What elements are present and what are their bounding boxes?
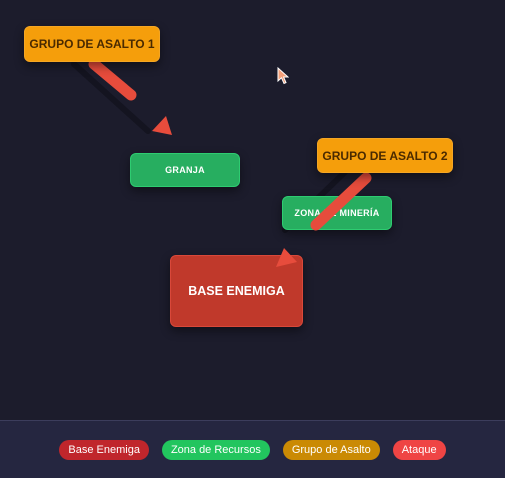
- legend-bar: Base Enemiga Zona de Recursos Grupo de A…: [0, 420, 505, 478]
- pointer-cursor-icon: [277, 67, 289, 85]
- enemy-base-node[interactable]: BASE ENEMIGA: [170, 255, 303, 327]
- attack-arrows-layer: [71, 58, 348, 233]
- assault-group-2-label: GRUPO DE ASALTO 2: [322, 148, 448, 163]
- attack-arrow-1-head: [152, 116, 172, 135]
- mining-zone-node[interactable]: ZONA DE MINERÍA: [282, 196, 392, 230]
- farm-label: GRANJA: [165, 165, 205, 175]
- legend-resource-zone: Zona de Recursos: [161, 439, 270, 460]
- enemy-base-label: BASE ENEMIGA: [188, 284, 285, 298]
- legend-enemy-base: Base Enemiga: [59, 439, 149, 460]
- legend-attack: Ataque: [392, 439, 446, 460]
- battle-map[interactable]: GRANJA ZONA DE MINERÍA BASE ENEMIGA GRUP…: [0, 0, 505, 420]
- assault-group-1-label: GRUPO DE ASALTO 1: [29, 37, 155, 51]
- assault-group-1-node[interactable]: GRUPO DE ASALTO 1: [24, 26, 160, 62]
- legend-assault-group: Grupo de Asalto: [282, 439, 380, 460]
- attack-arrow-1-shaft: [88, 58, 137, 101]
- attack-trail-1: [71, 61, 151, 134]
- assault-group-2-node[interactable]: GRUPO DE ASALTO 2: [317, 138, 453, 173]
- farm-node[interactable]: GRANJA: [130, 153, 240, 187]
- mining-zone-label: ZONA DE MINERÍA: [294, 208, 380, 218]
- attack-arrows-overlay: [276, 172, 372, 267]
